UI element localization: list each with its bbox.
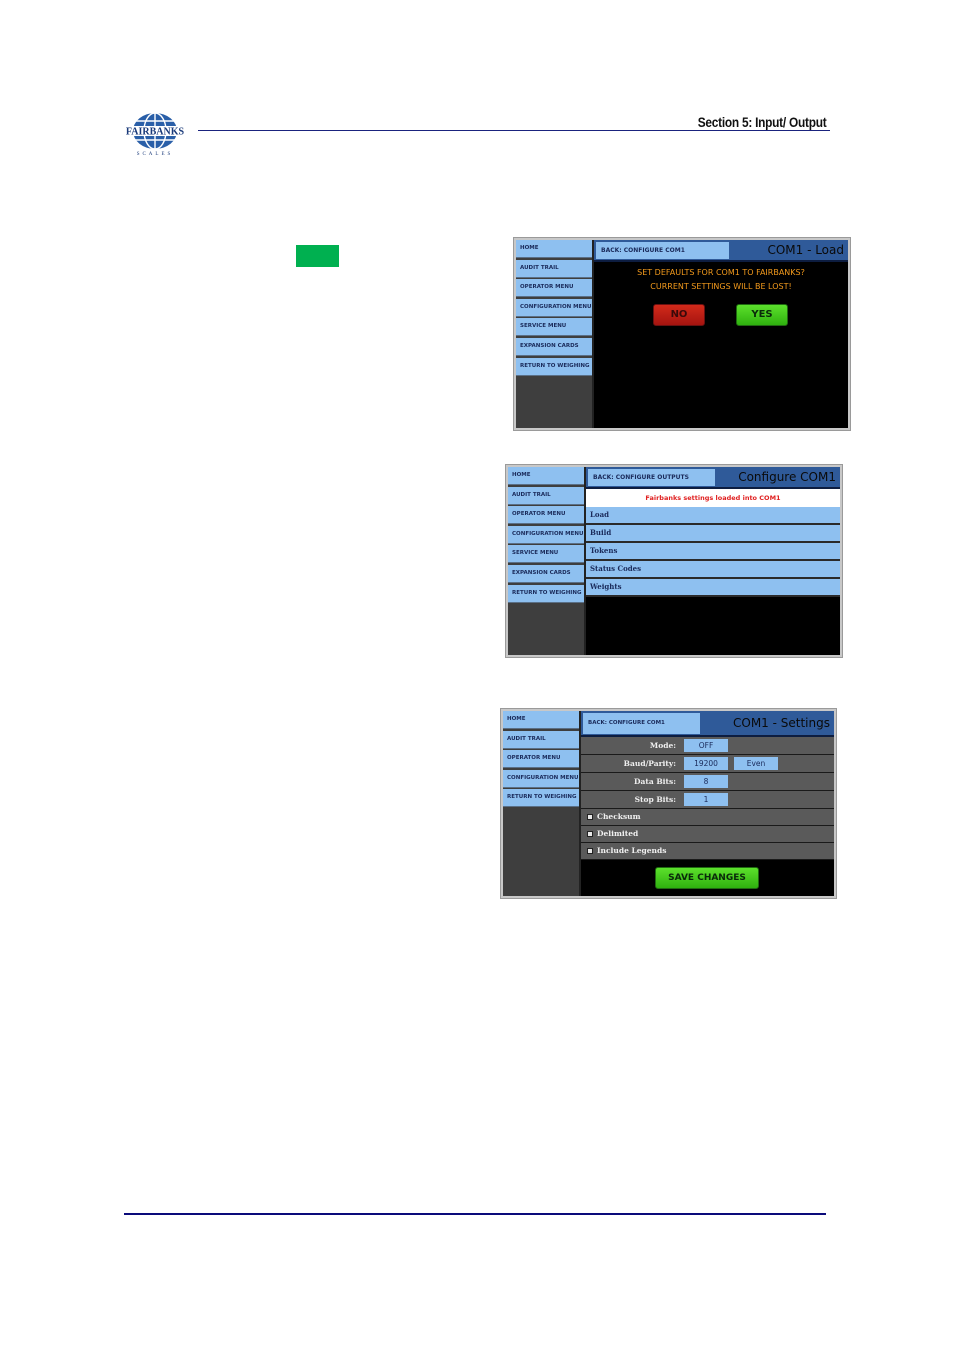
baud-parity-label: Baud/Parity: xyxy=(623,759,676,768)
sidebar-item-service-menu[interactable]: SERVICE MENU xyxy=(508,545,584,564)
stop-bits-row: Stop Bits: 1 xyxy=(581,791,834,809)
sidebar-item-audit-trail[interactable]: AUDIT TRAIL xyxy=(516,259,592,278)
delimited-label: Delimited xyxy=(597,829,639,838)
menu-item-weights[interactable]: Weights xyxy=(586,579,840,597)
title-bar: BACK: CONFIGURE OUTPUTS Configure COM1 xyxy=(586,467,840,489)
baud-field[interactable]: 19200 xyxy=(684,757,728,770)
menu-item-tokens[interactable]: Tokens xyxy=(586,543,840,561)
screen-configure-com1: HOME AUDIT TRAIL OPERATOR MENU CONFIGURA… xyxy=(505,464,843,658)
menu-item-load[interactable]: Load xyxy=(586,507,840,525)
sidebar-item-home[interactable]: HOME xyxy=(503,711,579,729)
yes-button[interactable]: YES xyxy=(736,304,788,326)
sidebar-nav: HOME AUDIT TRAIL OPERATOR MENU CONFIGURA… xyxy=(508,467,586,655)
main-panel: BACK: CONFIGURE COM1 COM1 - Load SET DEF… xyxy=(594,240,848,428)
menu-item-status-codes[interactable]: Status Codes xyxy=(586,561,840,579)
delimited-row: Delimited xyxy=(581,826,834,843)
sidebar-item-operator-menu[interactable]: OPERATOR MENU xyxy=(503,750,579,769)
sidebar-item-return-to-weighing[interactable]: RETURN TO WEIGHING xyxy=(516,357,592,376)
sidebar-nav: HOME AUDIT TRAIL OPERATOR MENU CONFIGURA… xyxy=(503,711,581,896)
sidebar-nav: HOME AUDIT TRAIL OPERATOR MENU CONFIGURA… xyxy=(516,240,594,428)
back-button[interactable]: BACK: CONFIGURE OUTPUTS xyxy=(588,469,715,486)
checksum-row: Checksum xyxy=(581,809,834,826)
screen-title: Configure COM1 xyxy=(738,470,836,484)
include-legends-checkbox[interactable] xyxy=(587,848,593,854)
sidebar-item-configuration-menu[interactable]: CONFIGURATION MENU xyxy=(516,298,592,317)
sidebar-item-configuration-menu[interactable]: CONFIGURATION MENU xyxy=(508,525,584,544)
sidebar-item-configuration-menu[interactable]: CONFIGURATION MENU xyxy=(503,769,579,788)
svg-text:SCALES: SCALES xyxy=(137,152,174,156)
no-button[interactable]: NO xyxy=(653,304,705,326)
mode-row: Mode: OFF xyxy=(581,737,834,755)
svg-text:FAIRBANKS: FAIRBANKS xyxy=(126,127,185,138)
main-panel: BACK: CONFIGURE OUTPUTS Configure COM1 F… xyxy=(586,467,840,655)
mode-field[interactable]: OFF xyxy=(684,739,728,752)
screen-title: COM1 - Load xyxy=(767,243,844,257)
mode-label: Mode: xyxy=(649,741,676,750)
sidebar-item-operator-menu[interactable]: OPERATOR MENU xyxy=(516,279,592,298)
screen-com1-load: HOME AUDIT TRAIL OPERATOR MENU CONFIGURA… xyxy=(513,237,851,431)
confirm-prompt-line2: CURRENT SETTINGS WILL BE LOST! xyxy=(650,282,792,291)
main-panel: BACK: CONFIGURE COM1 COM1 - Settings Mod… xyxy=(581,711,834,896)
header-rule xyxy=(198,130,830,131)
sidebar-item-expansion-cards[interactable]: EXPANSION CARDS xyxy=(516,337,592,356)
sidebar-item-audit-trail[interactable]: AUDIT TRAIL xyxy=(508,486,584,505)
data-bits-field[interactable]: 8 xyxy=(684,775,728,788)
fairbanks-logo: FAIRBANKS SCALES xyxy=(124,112,186,157)
green-yes-swatch xyxy=(296,245,339,267)
include-legends-label: Include Legends xyxy=(597,846,667,855)
title-bar: BACK: CONFIGURE COM1 COM1 - Settings xyxy=(581,711,834,737)
status-message: Fairbanks settings loaded into COM1 xyxy=(586,489,840,507)
save-changes-button[interactable]: SAVE CHANGES xyxy=(655,867,759,889)
footer-rule xyxy=(124,1213,826,1215)
data-bits-row: Data Bits: 8 xyxy=(581,773,834,791)
confirm-prompt-line1: SET DEFAULTS FOR COM1 TO FAIRBANKS? xyxy=(637,268,805,277)
stop-bits-field[interactable]: 1 xyxy=(684,793,728,806)
sidebar-item-audit-trail[interactable]: AUDIT TRAIL xyxy=(503,730,579,749)
screen-com1-settings: HOME AUDIT TRAIL OPERATOR MENU CONFIGURA… xyxy=(500,708,837,899)
sidebar-item-expansion-cards[interactable]: EXPANSION CARDS xyxy=(508,564,584,583)
sidebar-item-return-to-weighing[interactable]: RETURN TO WEIGHING xyxy=(508,584,584,603)
checksum-label: Checksum xyxy=(597,812,641,821)
sidebar-item-home[interactable]: HOME xyxy=(516,240,592,258)
data-bits-label: Data Bits: xyxy=(634,777,676,786)
include-legends-row: Include Legends xyxy=(581,843,834,860)
back-button[interactable]: BACK: CONFIGURE COM1 xyxy=(583,713,700,734)
screen-title: COM1 - Settings xyxy=(733,716,830,730)
sidebar-item-return-to-weighing[interactable]: RETURN TO WEIGHING xyxy=(503,789,579,808)
sidebar-item-operator-menu[interactable]: OPERATOR MENU xyxy=(508,506,584,525)
sidebar-item-service-menu[interactable]: SERVICE MENU xyxy=(516,318,592,337)
baud-parity-row: Baud/Parity: 19200 Even xyxy=(581,755,834,773)
stop-bits-label: Stop Bits: xyxy=(634,795,676,804)
globe-logo-icon: FAIRBANKS SCALES xyxy=(124,112,186,157)
menu-item-build[interactable]: Build xyxy=(586,525,840,543)
back-button[interactable]: BACK: CONFIGURE COM1 xyxy=(596,242,729,259)
parity-field[interactable]: Even xyxy=(734,757,778,770)
section-title: Section 5: Input/ Output xyxy=(697,114,826,130)
delimited-checkbox[interactable] xyxy=(587,831,593,837)
sidebar-item-home[interactable]: HOME xyxy=(508,467,584,485)
checksum-checkbox[interactable] xyxy=(587,814,593,820)
title-bar: BACK: CONFIGURE COM1 COM1 - Load xyxy=(594,240,848,262)
